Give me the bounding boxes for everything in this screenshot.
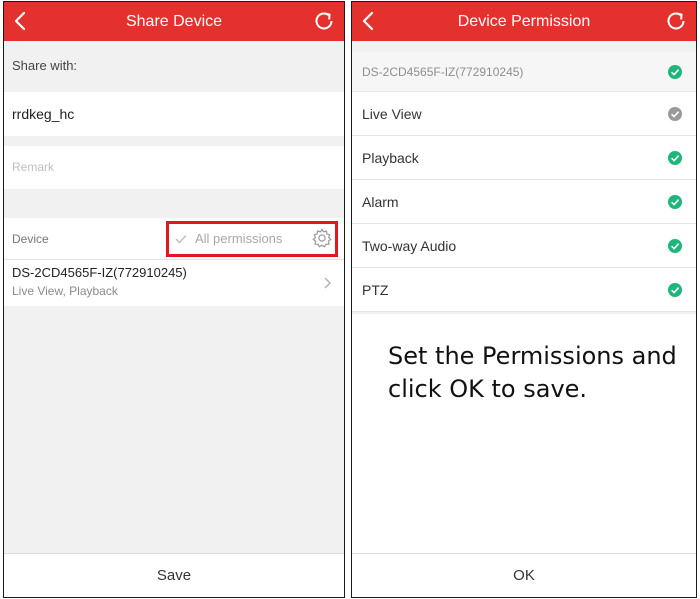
remark-input[interactable] (4, 146, 344, 189)
check-icon (668, 151, 682, 165)
username-field[interactable]: rrdkeg_hc (4, 92, 344, 136)
gear-icon[interactable] (311, 227, 333, 249)
permission-item-ptz[interactable]: PTZ (352, 268, 696, 312)
share-with-label: Share with: (12, 58, 78, 73)
share-device-screen: Share Device Share with: rrdkeg_hc Devic… (3, 1, 345, 598)
check-icon (668, 283, 682, 297)
permission-item-two-way-audio[interactable]: Two-way Audio (352, 224, 696, 268)
device-permission-screen: Device Permission DS-2CD4565F-IZ(7729102… (351, 1, 697, 598)
page-title: Device Permission (457, 13, 591, 30)
device-name: DS-2CD4565F-IZ(772910245) (362, 65, 524, 79)
permission-label: Alarm (362, 194, 399, 210)
permission-label: Playback (362, 150, 419, 166)
device-header-row: Device All permissions (4, 218, 344, 260)
top-bar: Share Device (4, 2, 344, 41)
top-bar: Device Permission (352, 2, 696, 41)
chevron-right-icon (324, 277, 332, 289)
permission-item-alarm[interactable]: Alarm (352, 180, 696, 224)
device-name: DS-2CD4565F-IZ(772910245) (12, 265, 187, 280)
check-icon (668, 239, 682, 253)
device-select-all-row[interactable]: DS-2CD4565F-IZ(772910245) (352, 52, 696, 92)
device-permissions-summary: Live View, Playback (12, 284, 118, 298)
save-button[interactable]: Save (4, 553, 344, 597)
device-list-item[interactable]: DS-2CD4565F-IZ(772910245) Live View, Pla… (4, 260, 344, 306)
permission-label: PTZ (362, 282, 389, 298)
permission-list: DS-2CD4565F-IZ(772910245) Live View Play… (352, 52, 696, 312)
permission-item-playback[interactable]: Playback (352, 136, 696, 180)
permission-label: Two-way Audio (362, 238, 457, 254)
ok-button[interactable]: OK (352, 553, 696, 597)
refresh-icon[interactable] (312, 9, 336, 33)
instruction-text: Set the Permissions and click OK to save… (388, 342, 677, 403)
page-title: Share Device (125, 13, 223, 30)
permission-item-live-view[interactable]: Live View (352, 92, 696, 136)
check-icon (175, 235, 187, 244)
screenshot-stage: Share Device Share with: rrdkeg_hc Devic… (0, 0, 700, 599)
all-permissions-button[interactable]: All permissions (166, 221, 338, 257)
device-label: Device (12, 232, 49, 246)
refresh-icon[interactable] (664, 9, 688, 33)
check-icon (668, 65, 682, 79)
all-permissions-label: All permissions (195, 231, 283, 246)
permission-label: Live View (362, 106, 422, 122)
check-icon (668, 107, 682, 121)
check-icon (668, 195, 682, 209)
